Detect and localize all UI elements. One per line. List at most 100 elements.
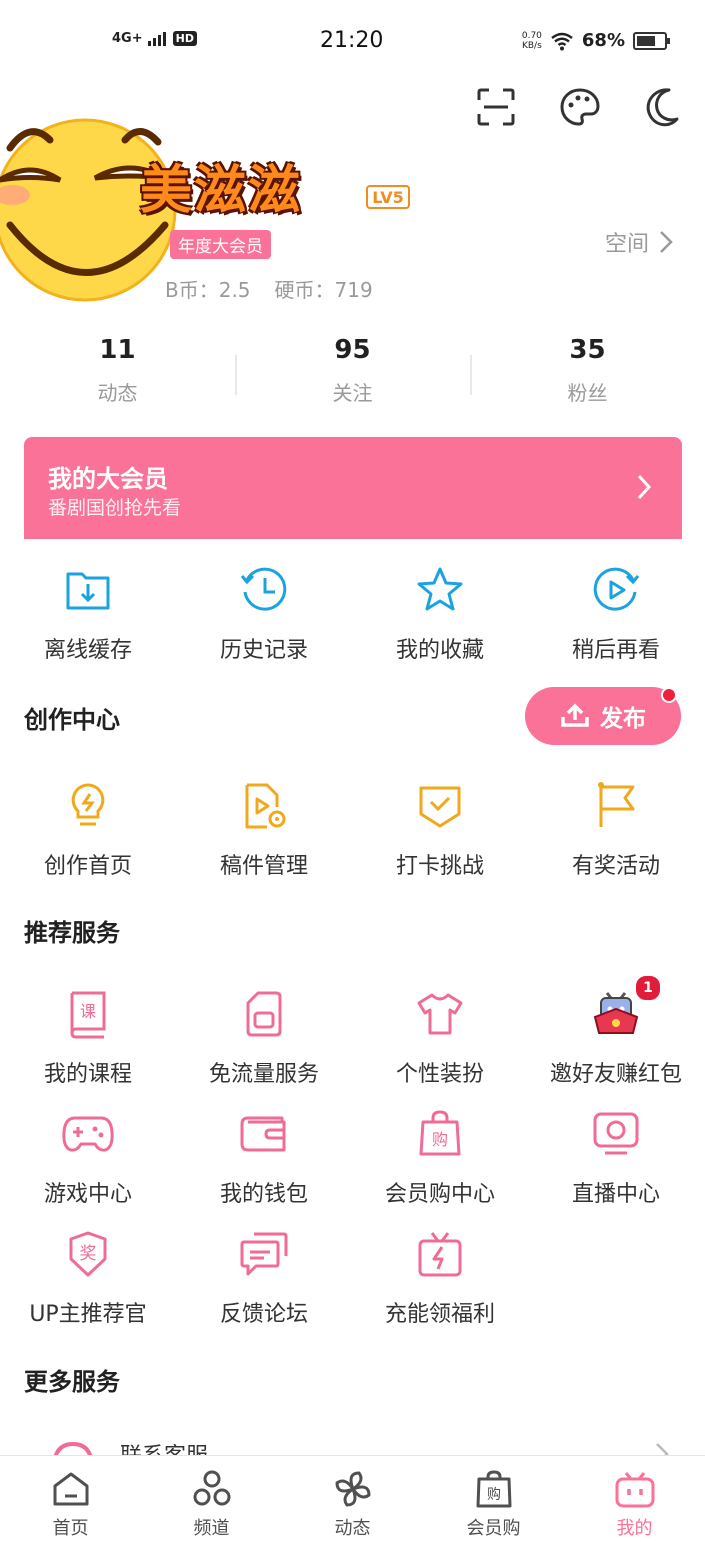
stat-label: 粉丝	[567, 381, 608, 405]
star-icon	[417, 567, 463, 611]
quick-action-label: 我的收藏	[395, 638, 484, 663]
battery-percent: 68%	[581, 30, 625, 51]
shopping-bag-icon: 购	[419, 1110, 461, 1156]
manuscript-icon	[245, 783, 286, 829]
my-courses-button[interactable]: 课 我的课程	[0, 988, 176, 1088]
tv-icon	[615, 1472, 654, 1508]
stat-dynamics[interactable]: 11 动态	[0, 335, 235, 406]
wifi-icon	[551, 32, 573, 50]
scan-icon[interactable]	[475, 86, 517, 128]
space-link[interactable]: 空间	[605, 226, 673, 258]
prize-activity-button[interactable]: 有奖活动	[528, 780, 704, 880]
watch-later-icon	[593, 567, 640, 611]
creation-home-button[interactable]: 创作首页	[0, 780, 176, 880]
svg-text:购: 购	[432, 1130, 448, 1149]
pinwheel-icon	[335, 1471, 370, 1507]
home-icon	[53, 1472, 88, 1506]
gift-charge-icon	[418, 1232, 462, 1277]
services-row-1: 课 我的课程 免流量服务 个性装扮 邀好友赚红包	[0, 988, 705, 1088]
history-clock-icon	[240, 567, 287, 611]
game-center-button[interactable]: 游戏中心	[0, 1108, 176, 1208]
personal-dress-up-button[interactable]: 个性装扮	[352, 988, 528, 1088]
channel-icon	[193, 1470, 230, 1506]
up-recommender-button[interactable]: 奖 UP主推荐官	[0, 1228, 176, 1328]
flag-icon	[598, 782, 635, 827]
watch-later-button[interactable]: 稍后再看	[528, 564, 704, 664]
tab-mine[interactable]: 我的	[564, 1456, 705, 1552]
free-data-service-button[interactable]: 免流量服务	[176, 988, 352, 1088]
tab-label: 首页	[52, 1518, 89, 1539]
lightbulb-icon	[71, 783, 105, 826]
creation-item-label: 创作首页	[43, 854, 132, 879]
level-badge: LV5	[366, 185, 410, 209]
invite-friends-button[interactable]: 邀好友赚红包	[528, 988, 704, 1088]
chevron-right-icon	[660, 231, 673, 253]
vip-badge[interactable]: 年度大会员	[170, 230, 271, 259]
service-label: 直播中心	[571, 1182, 660, 1207]
publish-label: 发布	[600, 706, 646, 732]
service-label: 邀好友赚红包	[549, 1062, 682, 1087]
service-label: 免流量服务	[208, 1062, 319, 1087]
stat-fans[interactable]: 35 粉丝	[470, 335, 705, 406]
coin-balance: 硬币：719	[274, 278, 373, 302]
service-label: 我的课程	[43, 1062, 132, 1087]
tab-channel[interactable]: 频道	[141, 1456, 282, 1552]
tshirt-icon	[417, 993, 463, 1035]
favorites-button[interactable]: 我的收藏	[352, 564, 528, 664]
svg-text:购: 购	[487, 1487, 501, 1503]
tab-label: 会员购	[466, 1518, 521, 1539]
stat-number: 95	[334, 335, 371, 365]
services-row-3: 奖 UP主推荐官 反馈论坛 充能领福利	[0, 1228, 705, 1328]
vip-banner[interactable]: 我的大会员 番剧国创抢先看	[24, 437, 682, 539]
services-row-2: 游戏中心 我的钱包 购 会员购中心 直播中心	[0, 1108, 705, 1208]
service-label: UP主推荐官	[29, 1302, 147, 1327]
award-shield-icon: 奖	[69, 1231, 107, 1277]
checkin-challenge-button[interactable]: 打卡挑战	[352, 780, 528, 880]
live-tv-icon	[593, 1112, 639, 1155]
hd-badge: HD	[172, 30, 197, 46]
svg-text:课: 课	[80, 1002, 96, 1021]
tab-label: 我的	[616, 1518, 653, 1539]
creation-item-label: 有奖活动	[571, 854, 660, 879]
stat-label: 关注	[332, 381, 373, 405]
manuscript-management-button[interactable]: 稿件管理	[176, 780, 352, 880]
upload-icon	[561, 703, 589, 727]
stat-following[interactable]: 95 关注	[235, 335, 470, 406]
charge-benefits-button[interactable]: 充能领福利	[352, 1228, 528, 1328]
stats-row: 11 动态 95 关注 35 粉丝	[0, 335, 705, 406]
recommended-services-title: 推荐服务	[24, 919, 120, 947]
stat-number: 11	[99, 335, 136, 365]
chat-bubble-icon	[240, 1232, 288, 1276]
more-services-title: 更多服务	[24, 1368, 120, 1396]
stat-label: 动态	[97, 381, 138, 405]
tab-dynamics[interactable]: 动态	[282, 1456, 423, 1552]
status-bar: 4G+ HD 21:20 0.70 KB/s 68%	[0, 0, 705, 80]
system-indicators: 0.70 KB/s 68%	[521, 30, 670, 51]
my-wallet-button[interactable]: 我的钱包	[176, 1108, 352, 1208]
chevron-right-icon	[637, 474, 652, 500]
network-speed: 0.70 KB/s	[521, 30, 542, 51]
vip-shop-center-button[interactable]: 购 会员购中心	[352, 1108, 528, 1208]
tab-vip-shop[interactable]: 购 会员购	[423, 1456, 564, 1552]
creation-item-label: 稿件管理	[219, 854, 308, 879]
download-folder-icon	[66, 572, 110, 610]
tab-home[interactable]: 首页	[0, 1456, 141, 1552]
quick-action-label: 稍后再看	[571, 638, 660, 663]
live-center-button[interactable]: 直播中心	[528, 1108, 704, 1208]
wallet-icon	[240, 1116, 286, 1152]
feedback-forum-button[interactable]: 反馈论坛	[176, 1228, 352, 1328]
night-mode-icon[interactable]	[643, 86, 685, 128]
history-button[interactable]: 历史记录	[176, 564, 352, 664]
service-label: 反馈论坛	[219, 1302, 308, 1327]
b-coin-balance: B币：2.5	[165, 278, 251, 302]
service-label: 会员购中心	[384, 1182, 495, 1207]
vip-banner-subtitle: 番剧国创抢先看	[48, 497, 182, 519]
quick-actions: 离线缓存 历史记录 我的收藏 稍后再看	[0, 564, 705, 664]
svg-text:奖: 奖	[80, 1244, 97, 1264]
shopping-bag-icon: 购	[476, 1470, 511, 1508]
publish-button[interactable]: 发布	[525, 687, 681, 745]
offline-cache-button[interactable]: 离线缓存	[0, 564, 176, 664]
palette-icon[interactable]	[559, 86, 601, 128]
signal-icon	[147, 32, 166, 46]
bottom-tab-bar: 首页 频道 动态 购 会员购 我的	[0, 1455, 705, 1552]
